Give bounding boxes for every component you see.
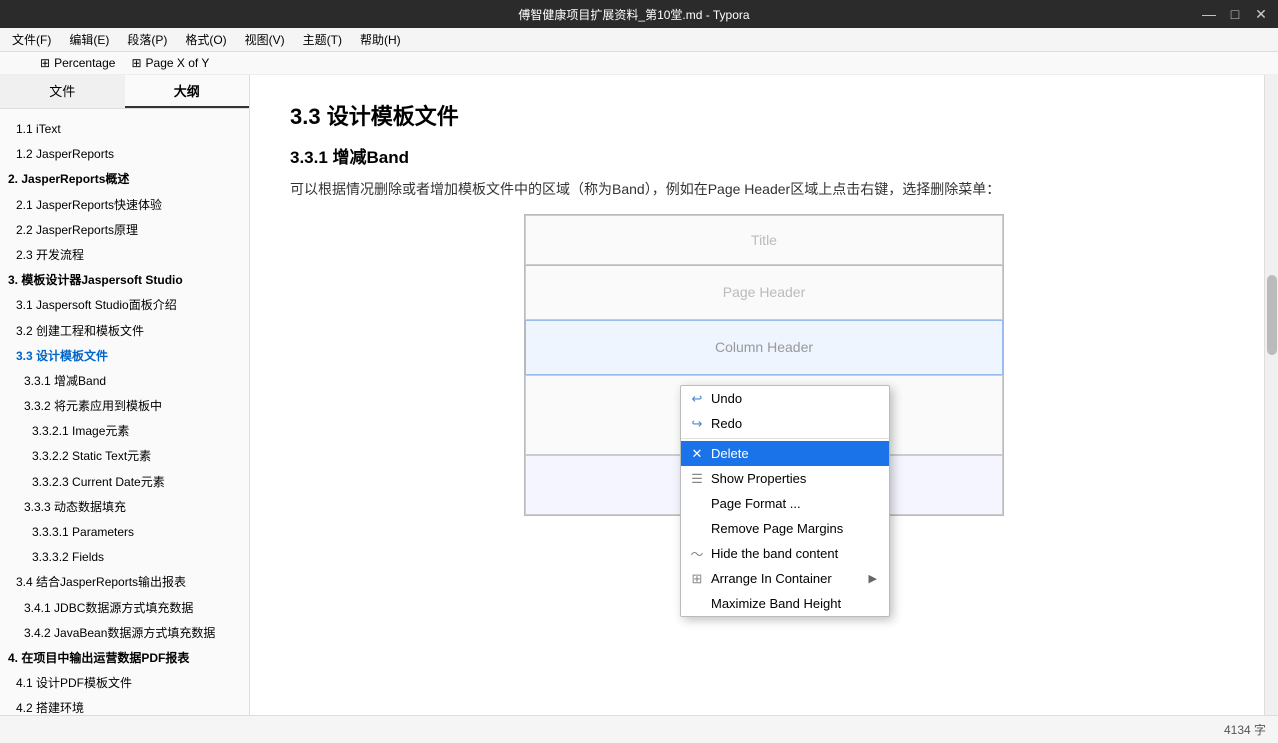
band-title[interactable]: Title — [525, 215, 1003, 265]
menu-edit[interactable]: 编辑(E) — [61, 29, 117, 50]
delete-icon: ✕ — [689, 446, 705, 462]
context-menu-show-properties[interactable]: ☰ Show Properties — [681, 466, 889, 491]
hide-band-icon: 〜 — [689, 544, 705, 563]
menu-view[interactable]: 视图(V) — [237, 29, 293, 50]
page-x-of-y-item[interactable]: ⊞ Page X of Y — [131, 56, 209, 70]
minimize-button[interactable]: — — [1200, 5, 1218, 23]
sidebar-item-create-project[interactable]: 3.2 创建工程和模板文件 — [0, 319, 249, 344]
title-bar: 傅智健康项目扩展资料_第10堂.md - Typora — □ ✕ — [0, 0, 1278, 28]
context-menu-maximize-band-label: Maximize Band Height — [711, 596, 841, 611]
sidebar-item-dynamic-data[interactable]: 3.3.3 动态数据填充 — [0, 495, 249, 520]
context-menu-hide-band[interactable]: 〜 Hide the band content — [681, 541, 889, 566]
sidebar-item-image-element[interactable]: 3.3.2.1 Image元素 — [0, 419, 249, 444]
percentage-item[interactable]: ⊞ Percentage — [40, 56, 115, 70]
sidebar-item-setup-env[interactable]: 4.2 搭建环境 — [0, 696, 249, 715]
sidebar-item-add-band[interactable]: 3.3.1 增减Band — [0, 369, 249, 394]
sidebar-item-jaspersoft-studio[interactable]: 3. 模板设计器Jaspersoft Studio — [0, 268, 249, 293]
band-column-header-label: Column Header — [715, 339, 813, 355]
undo-icon: ↩ — [689, 391, 705, 407]
menu-paragraph[interactable]: 段落(P) — [119, 29, 175, 50]
top-bar: ⊞ Percentage ⊞ Page X of Y — [0, 52, 1278, 75]
context-menu-arrange-label: Arrange In Container — [711, 571, 832, 586]
arrange-icon: ⊞ — [689, 571, 705, 587]
sidebar-item-parameters[interactable]: 3.3.3.1 Parameters — [0, 520, 249, 545]
scrollbar[interactable] — [1264, 75, 1278, 715]
context-menu-show-properties-label: Show Properties — [711, 471, 806, 486]
context-menu-hide-band-label: Hide the band content — [711, 546, 838, 561]
sidebar-item-javabean[interactable]: 3.4.2 JavaBean数据源方式填充数据 — [0, 621, 249, 646]
sidebar-item-design-template[interactable]: 3.3 设计模板文件 — [0, 344, 249, 369]
section-title: 3.3 设计模板文件 — [290, 99, 1238, 131]
sidebar-item-current-date[interactable]: 3.3.2.3 Current Date元素 — [0, 470, 249, 495]
sidebar-item-output-pdf[interactable]: 4. 在项目中输出运营数据PDF报表 — [0, 646, 249, 671]
sidebar-item-jr-principle[interactable]: 2.2 JasperReports原理 — [0, 218, 249, 243]
sidebar-item-jasperreports-overview[interactable]: 2. JasperReports概述 — [0, 167, 249, 192]
menu-file[interactable]: 文件(F) — [4, 29, 59, 50]
percentage-label: Percentage — [54, 56, 115, 70]
context-menu: ↩ Undo ↪ Redo ✕ Delete ☰ Show Properties — [680, 385, 890, 617]
maximize-button[interactable]: □ — [1226, 5, 1244, 23]
sidebar-item-studio-panel[interactable]: 3.1 Jaspersoft Studio面板介绍 — [0, 293, 249, 318]
menu-theme[interactable]: 主题(T) — [295, 29, 350, 50]
window-controls: — □ ✕ — [1200, 5, 1270, 23]
sidebar-item-output-report[interactable]: 3.4 结合JasperReports输出报表 — [0, 570, 249, 595]
status-bar: 4134 字 — [0, 715, 1278, 743]
context-menu-maximize-band[interactable]: Maximize Band Height — [681, 591, 889, 616]
band-page-header[interactable]: Page Header — [525, 265, 1003, 320]
context-menu-undo-label: Undo — [711, 391, 742, 406]
sidebar-item-fields[interactable]: 3.3.3.2 Fields — [0, 545, 249, 570]
properties-icon: ☰ — [689, 471, 705, 487]
band-column-header[interactable]: Column Header — [525, 320, 1003, 375]
page-xy-label: Page X of Y — [146, 56, 210, 70]
sidebar-item-jasperreports[interactable]: 1.2 JasperReports — [0, 142, 249, 167]
sidebar-tab-outline[interactable]: 大纲 — [125, 75, 250, 108]
menu-format[interactable]: 格式(O) — [177, 29, 234, 50]
menu-help[interactable]: 帮助(H) — [352, 29, 409, 50]
sidebar-item-jr-quickstart[interactable]: 2.1 JasperReports快速体验 — [0, 193, 249, 218]
close-button[interactable]: ✕ — [1252, 5, 1270, 23]
sidebar-item-design-pdf[interactable]: 4.1 设计PDF模板文件 — [0, 671, 249, 696]
main-layout: 文件 大纲 1.1 iText 1.2 JasperReports 2. Jas… — [0, 75, 1278, 715]
redo-icon: ↪ — [689, 416, 705, 432]
sidebar-tabs: 文件 大纲 — [0, 75, 249, 109]
context-menu-remove-margins-label: Remove Page Margins — [711, 521, 843, 536]
context-menu-delete-label: Delete — [711, 446, 749, 461]
context-menu-undo[interactable]: ↩ Undo — [681, 386, 889, 411]
sidebar-tab-file[interactable]: 文件 — [0, 75, 125, 108]
window-title: 傅智健康项目扩展资料_第10堂.md - Typora — [68, 6, 1200, 23]
context-menu-arrange[interactable]: ⊞ Arrange In Container ▶ — [681, 566, 889, 591]
sidebar: 文件 大纲 1.1 iText 1.2 JasperReports 2. Jas… — [0, 75, 250, 715]
band-title-label: Title — [751, 232, 777, 248]
sidebar-content: 1.1 iText 1.2 JasperReports 2. JasperRep… — [0, 109, 249, 715]
percentage-icon: ⊞ — [40, 56, 50, 70]
sidebar-item-apply-elements[interactable]: 3.3.2 将元素应用到模板中 — [0, 394, 249, 419]
band-page-header-label: Page Header — [723, 284, 806, 300]
context-menu-redo[interactable]: ↪ Redo — [681, 411, 889, 436]
content-area: 3.3 设计模板文件 3.3.1 增减Band 可以根据情况删除或者增加模板文件… — [250, 75, 1278, 715]
intro-paragraph: 可以根据情况删除或者增加模板文件中的区域（称为Band），例如在Page Hea… — [290, 178, 1238, 202]
context-menu-page-format-label: Page Format ... — [711, 496, 801, 511]
arrange-arrow-icon: ▶ — [869, 572, 877, 585]
page-xy-icon: ⊞ — [131, 56, 141, 70]
sidebar-item-jdbc[interactable]: 3.4.1 JDBC数据源方式填充数据 — [0, 596, 249, 621]
context-menu-page-format[interactable]: Page Format ... — [681, 491, 889, 516]
context-menu-delete[interactable]: ✕ Delete — [681, 441, 889, 466]
sidebar-item-dev-flow[interactable]: 2.3 开发流程 — [0, 243, 249, 268]
context-menu-redo-label: Redo — [711, 416, 742, 431]
context-menu-divider-1 — [681, 438, 889, 439]
menu-bar: 文件(F) 编辑(E) 段落(P) 格式(O) 视图(V) 主题(T) 帮助(H… — [0, 28, 1278, 52]
sidebar-item-itext[interactable]: 1.1 iText — [0, 117, 249, 142]
scroll-thumb[interactable] — [1267, 275, 1277, 355]
word-count: 4134 字 — [1224, 721, 1266, 738]
context-menu-remove-margins[interactable]: Remove Page Margins — [681, 516, 889, 541]
subsection-title: 3.3.1 增减Band — [290, 143, 1238, 168]
sidebar-item-static-text[interactable]: 3.3.2.2 Static Text元素 — [0, 444, 249, 469]
